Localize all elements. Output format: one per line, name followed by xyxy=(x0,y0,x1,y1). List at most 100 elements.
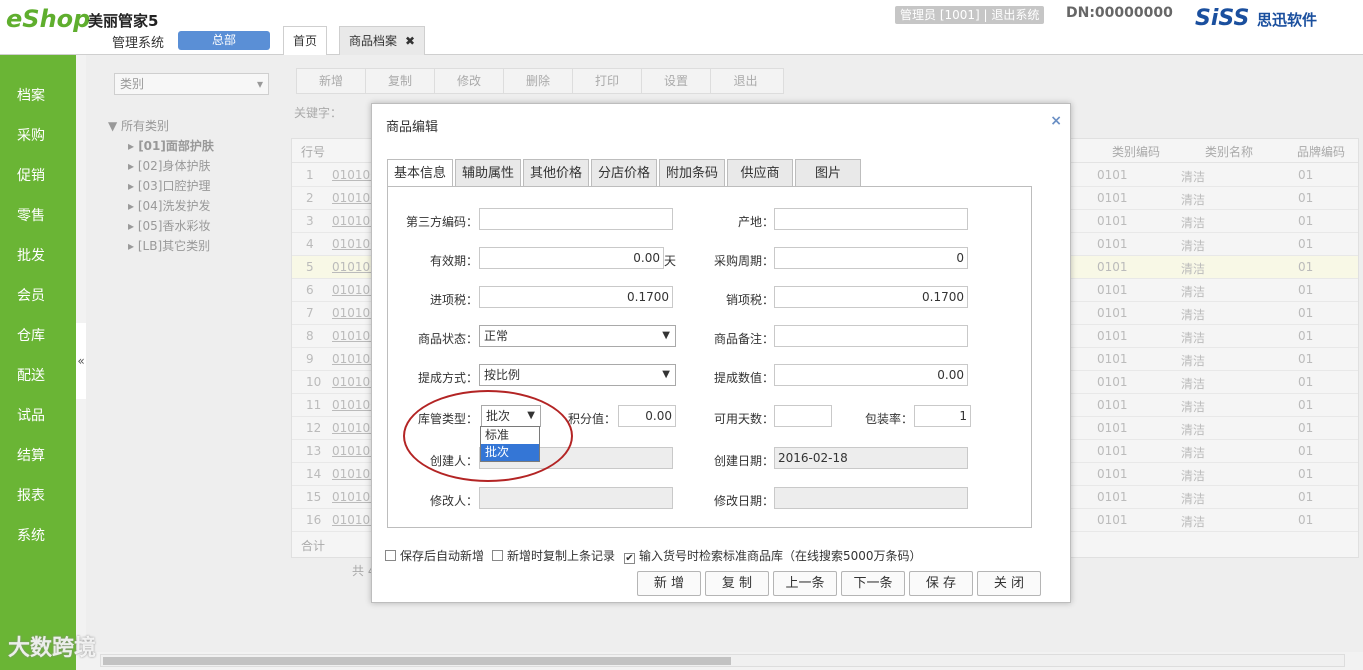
sidebar-item-settlement[interactable]: 结算 xyxy=(0,436,76,476)
category-name-cell: 清洁 xyxy=(1181,515,1206,529)
horizontal-scrollbar[interactable] xyxy=(100,654,1345,667)
row-number-cell: 5 xyxy=(306,260,314,274)
sidebar-item-distribution[interactable]: 配送 xyxy=(0,356,76,396)
dialog-copy-button[interactable]: 复 制 xyxy=(705,571,769,596)
row-number-cell: 9 xyxy=(306,352,314,366)
print-button[interactable]: 打印 xyxy=(573,69,642,93)
tree-item[interactable]: ▸ [05]香水彩妆 xyxy=(108,216,214,236)
watermark: 大数跨境 xyxy=(8,636,97,661)
col-category-code: 类别编码 xyxy=(1112,145,1161,159)
remark-input[interactable] xyxy=(774,325,968,347)
branch-button[interactable]: 总部 xyxy=(178,31,270,50)
checkbox-icon[interactable] xyxy=(492,550,503,561)
origin-input[interactable] xyxy=(774,208,968,230)
brand-code-cell: 01 xyxy=(1298,237,1314,251)
purchase-cycle-label: 采购周期： xyxy=(713,254,774,268)
tab-other-prices[interactable]: 其他价格 xyxy=(523,159,589,187)
sidebar-item-system[interactable]: 系统 xyxy=(0,516,76,556)
sidebar-item-retail[interactable]: 零售 xyxy=(0,196,76,236)
category-tree: ▼ 所有类别 ▸ [01]面部护肤 ▸ [02]身体护肤 ▸ [03]口腔护理 … xyxy=(108,116,214,256)
tree-item[interactable]: ▸ [02]身体护肤 xyxy=(108,156,214,176)
tab-aux-attributes[interactable]: 辅助属性 xyxy=(455,159,521,187)
new-button[interactable]: 新增 xyxy=(297,69,366,93)
expiry-input[interactable]: 0.00 xyxy=(479,247,664,269)
sidebar-item-wholesale[interactable]: 批发 xyxy=(0,236,76,276)
dialog-next-button[interactable]: 下一条 xyxy=(841,571,905,596)
option-auto-new[interactable]: 保存后自动新增 xyxy=(385,547,484,564)
output-tax-input[interactable]: 0.1700 xyxy=(774,286,968,308)
category-code-cell: 0101 xyxy=(1097,375,1128,389)
category-code-cell: 0101 xyxy=(1097,513,1128,527)
row-number-cell: 16 xyxy=(306,513,322,527)
sidebar-item-report[interactable]: 报表 xyxy=(0,476,76,516)
sidebar-item-purchase[interactable]: 采购 xyxy=(0,116,76,156)
checkbox-icon[interactable] xyxy=(385,550,396,561)
sidebar-item-member[interactable]: 会员 xyxy=(0,276,76,316)
settings-button[interactable]: 设置 xyxy=(642,69,711,93)
dialog-new-button[interactable]: 新 增 xyxy=(637,571,701,596)
category-code-cell: 0101 xyxy=(1097,467,1128,481)
tab-goods-archive[interactable]: 商品档案 ✖ xyxy=(339,26,426,55)
background-toolbar: 新增 复制 修改 删除 打印 设置 退出 xyxy=(296,68,784,94)
tab-branch-prices[interactable]: 分店价格 xyxy=(591,159,657,187)
dialog-save-button[interactable]: 保 存 xyxy=(909,571,973,596)
sum-row: 合计 xyxy=(301,539,326,553)
row-number-cell: 10 xyxy=(306,375,322,389)
option-search-standard[interactable]: ✔ 输入货号时检索标准商品库（在线搜索5000万条码） xyxy=(624,547,922,564)
delete-button[interactable]: 删除 xyxy=(504,69,573,93)
copy-button[interactable]: 复制 xyxy=(366,69,435,93)
tree-item[interactable]: ▸ [03]口腔护理 xyxy=(108,176,214,196)
sidebar-item-warehouse[interactable]: 仓库 xyxy=(0,316,76,356)
checkbox-checked-icon[interactable]: ✔ xyxy=(624,553,635,564)
category-code-cell: 0101 xyxy=(1097,260,1128,274)
tab-images[interactable]: 图片 xyxy=(795,159,861,187)
col-brand-code: 品牌编码 xyxy=(1297,145,1346,159)
tab-basic-info[interactable]: 基本信息 xyxy=(387,159,453,187)
create-date-input: 2016-02-18 xyxy=(774,447,968,469)
commission-mode-select[interactable]: 按比例 ▼ xyxy=(479,364,676,386)
tree-item[interactable]: ▸ [LB]其它类别 xyxy=(108,236,214,256)
category-select[interactable]: 类别 ▾ xyxy=(114,73,269,95)
brand-code-cell: 01 xyxy=(1298,283,1314,297)
admin-info[interactable]: 管理员 [1001] | 退出系统 xyxy=(895,6,1045,24)
input-tax-input[interactable]: 0.1700 xyxy=(479,286,673,308)
purchase-cycle-input[interactable]: 0 xyxy=(774,247,968,269)
modify-date-input xyxy=(774,487,968,509)
edit-button[interactable]: 修改 xyxy=(435,69,504,93)
points-input[interactable]: 0.00 xyxy=(618,405,676,427)
modifier-input xyxy=(479,487,673,509)
expiry-label: 有效期： xyxy=(429,254,478,268)
usable-days-input[interactable] xyxy=(774,405,832,427)
brand-code-cell: 01 xyxy=(1298,260,1314,274)
third-code-input[interactable] xyxy=(479,208,673,230)
category-name-cell: 清洁 xyxy=(1181,492,1206,506)
dialog-close-button[interactable]: 关 闭 xyxy=(977,571,1041,596)
brand-code-cell: 01 xyxy=(1298,214,1314,228)
tree-item[interactable]: ▼ 所有类别 xyxy=(108,116,214,136)
category-name-cell: 清洁 xyxy=(1181,423,1206,437)
exit-button[interactable]: 退出 xyxy=(711,69,780,93)
option-copy-last[interactable]: 新增时复制上条记录 xyxy=(492,547,615,564)
scrollbar-thumb[interactable] xyxy=(103,657,731,665)
sidebar-item-promotion[interactable]: 促销 xyxy=(0,156,76,196)
brand-code-cell: 01 xyxy=(1298,168,1314,182)
sidebar-item-trial[interactable]: 试品 xyxy=(0,396,76,436)
tab-suppliers[interactable]: 供应商 xyxy=(727,159,793,187)
collapse-sidebar-button[interactable]: « xyxy=(76,323,86,399)
status-select[interactable]: 正常 ▼ xyxy=(479,325,676,347)
close-icon[interactable]: × xyxy=(1050,113,1062,129)
sidebar-item-archive[interactable]: 档案 xyxy=(0,76,76,116)
tab-extra-barcodes[interactable]: 附加条码 xyxy=(659,159,725,187)
row-number-cell: 14 xyxy=(306,467,322,481)
category-code-cell: 0101 xyxy=(1097,352,1128,366)
pack-rate-input[interactable]: 1 xyxy=(914,405,971,427)
dialog-prev-button[interactable]: 上一条 xyxy=(773,571,837,596)
category-code-cell: 0101 xyxy=(1097,168,1128,182)
close-icon[interactable]: ✖ xyxy=(405,34,415,48)
commission-value-input[interactable]: 0.00 xyxy=(774,364,968,386)
tree-item[interactable]: ▸ [04]洗发护发 xyxy=(108,196,214,216)
option-copy-last-label: 新增时复制上条记录 xyxy=(507,549,616,563)
tab-home[interactable]: 首页 xyxy=(283,26,328,55)
tree-item[interactable]: ▸ [01]面部护肤 xyxy=(108,136,214,156)
modify-date-label: 修改日期： xyxy=(713,494,774,508)
